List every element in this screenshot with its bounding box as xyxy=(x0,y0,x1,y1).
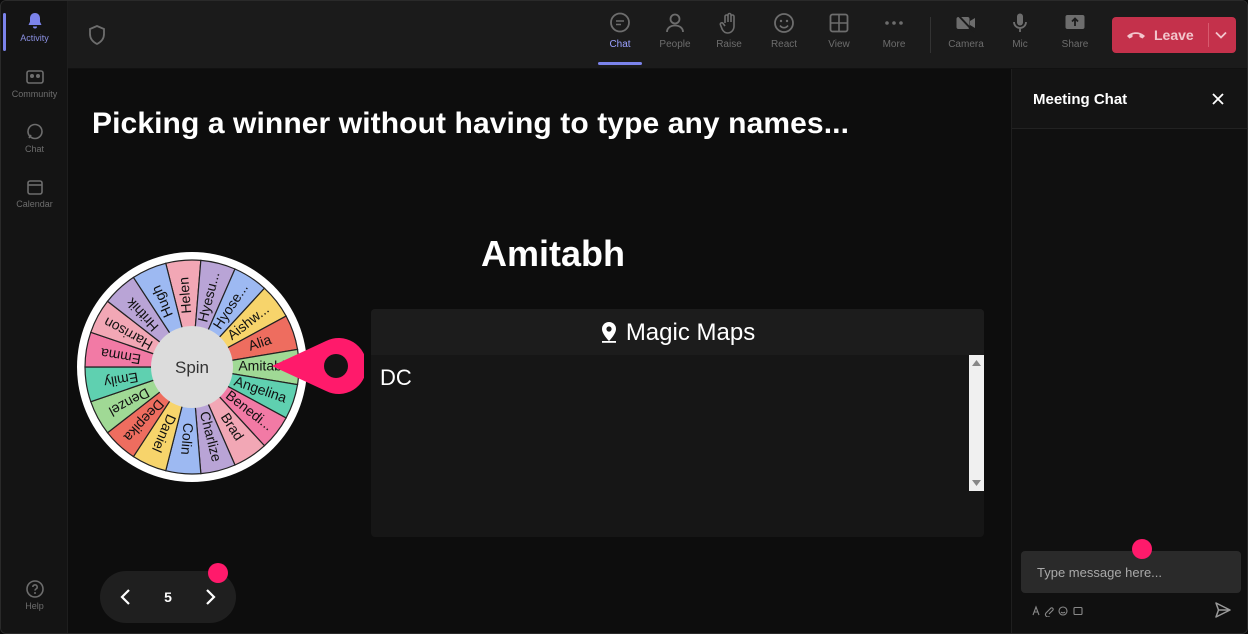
chevron-left-icon[interactable] xyxy=(118,587,134,607)
spin-button[interactable]: Spin xyxy=(175,358,209,377)
leave-button[interactable]: Leave xyxy=(1112,17,1236,53)
chevron-down-icon[interactable] xyxy=(1214,28,1228,42)
rail-item-label: Chat xyxy=(24,144,44,154)
rail-item-label: Help xyxy=(25,601,44,611)
microphone-icon xyxy=(1013,13,1027,32)
chat-header: Meeting Chat xyxy=(1012,69,1247,129)
view-button[interactable]: View xyxy=(814,11,864,61)
wheel-pointer xyxy=(272,338,364,394)
leave-split-divider xyxy=(1208,23,1209,47)
leave-button-label: Leave xyxy=(1154,27,1194,43)
smiley-icon xyxy=(774,13,794,33)
more-button[interactable]: More xyxy=(869,11,919,61)
shared-content-stage: Picking a winner without having to type … xyxy=(68,69,1010,633)
meeting-toolbar: Chat People Raise React View More Camera xyxy=(68,1,1247,69)
magic-maps-panel: Magic Maps DC xyxy=(371,309,984,537)
react-button-label: React xyxy=(770,39,798,50)
chat-bubble-icon xyxy=(610,12,630,33)
pointer-indicator-dot xyxy=(1132,539,1152,559)
shield-icon[interactable] xyxy=(88,25,106,45)
send-icon[interactable] xyxy=(1214,601,1232,619)
person-icon xyxy=(666,13,684,33)
chevron-right-icon[interactable] xyxy=(202,587,218,607)
magic-maps-header: Magic Maps xyxy=(371,309,984,355)
rail-item-chat[interactable]: Chat xyxy=(1,122,68,154)
chat-message-input[interactable] xyxy=(1021,551,1241,593)
chat-icon xyxy=(26,123,43,140)
left-rail: Activity Community Chat Calendar Help xyxy=(1,1,68,633)
emoji-icon[interactable] xyxy=(1058,606,1068,616)
gif-icon[interactable] xyxy=(1073,606,1083,616)
pointer-indicator-dot xyxy=(208,563,228,583)
chat-title: Meeting Chat xyxy=(1033,91,1128,108)
scroll-up-arrow-icon[interactable] xyxy=(972,359,981,368)
bell-icon xyxy=(28,13,41,29)
mic-button-label: Mic xyxy=(1012,39,1028,50)
camera-button[interactable]: Camera xyxy=(941,11,991,61)
mic-button[interactable]: Mic xyxy=(995,11,1045,61)
wheel-segment-label: Colin xyxy=(178,422,197,455)
close-icon[interactable] xyxy=(1210,91,1226,107)
community-icon xyxy=(25,70,44,84)
calendar-icon xyxy=(26,180,43,195)
winner-name: Amitabh xyxy=(481,233,625,274)
rail-item-label: Community xyxy=(11,89,58,99)
people-button[interactable]: People xyxy=(650,11,700,61)
rail-item-label: Calendar xyxy=(16,199,53,209)
rail-item-activity[interactable]: Activity xyxy=(1,11,68,51)
attach-icon[interactable] xyxy=(1044,607,1054,617)
more-dots-icon xyxy=(885,21,903,25)
wheel-segment-label: Helen xyxy=(175,276,194,314)
hand-icon xyxy=(719,12,735,34)
raise-hand-button[interactable]: Raise xyxy=(704,11,754,61)
scroll-down-arrow-icon[interactable] xyxy=(972,478,981,487)
rail-item-community[interactable]: Community xyxy=(1,67,68,99)
rail-item-label: Activity xyxy=(20,33,49,43)
format-icon[interactable] xyxy=(1032,605,1040,616)
people-button-label: People xyxy=(659,39,691,50)
react-button[interactable]: React xyxy=(759,11,809,61)
magic-maps-scrollbar[interactable] xyxy=(969,355,984,491)
rail-item-help[interactable]: Help xyxy=(1,579,68,611)
meeting-chat-panel: Meeting Chat xyxy=(1011,69,1247,633)
magic-maps-title: Magic Maps xyxy=(625,319,756,346)
map-pin-icon xyxy=(601,322,616,343)
magic-maps-value: DC xyxy=(380,365,412,390)
chat-button-label: Chat xyxy=(609,39,631,50)
grid-view-icon xyxy=(829,13,849,33)
rail-item-calendar[interactable]: Calendar xyxy=(1,177,68,209)
camera-off-icon xyxy=(956,13,975,33)
toolbar-divider xyxy=(930,17,931,53)
share-screen-icon xyxy=(1065,15,1085,29)
chat-button[interactable]: Chat xyxy=(595,11,645,65)
hang-up-icon xyxy=(1127,32,1145,39)
app-window: Activity Community Chat Calendar Help Ch… xyxy=(0,0,1248,634)
chat-format-tools[interactable] xyxy=(1032,605,1132,617)
raise-hand-label: Raise xyxy=(716,39,742,50)
page-number: 5 xyxy=(164,589,172,605)
page-title: Picking a winner without having to type … xyxy=(92,107,850,140)
more-button-label: More xyxy=(882,39,906,50)
share-button-label: Share xyxy=(1061,39,1089,50)
camera-button-label: Camera xyxy=(948,39,984,50)
share-button[interactable]: Share xyxy=(1050,11,1100,61)
help-icon xyxy=(25,580,44,598)
view-button-label: View xyxy=(828,39,850,50)
